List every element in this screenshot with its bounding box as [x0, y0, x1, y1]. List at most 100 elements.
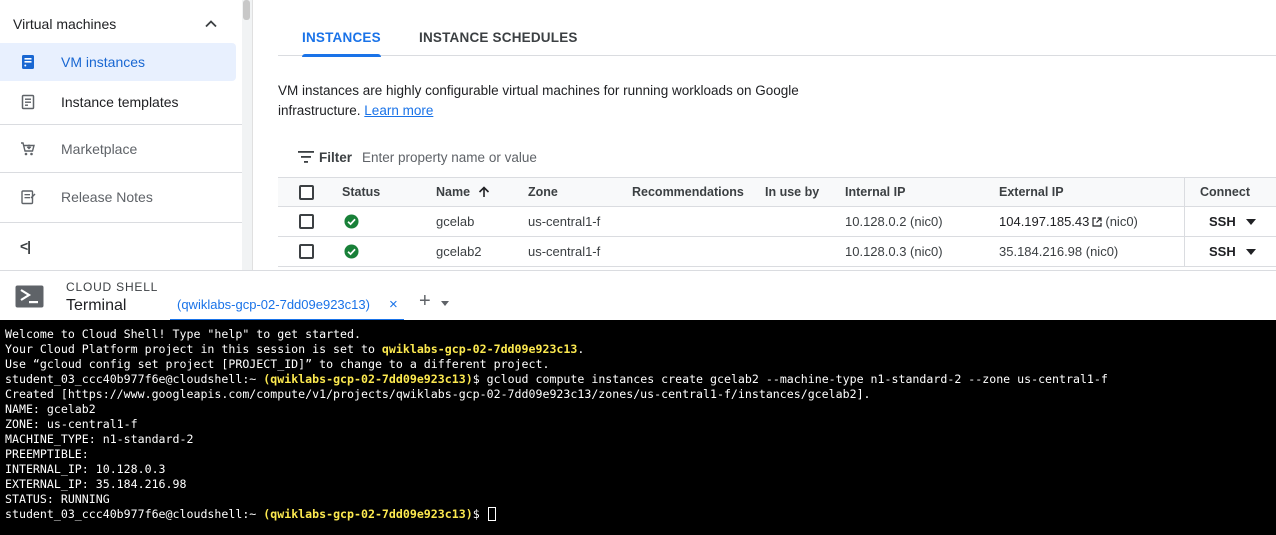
sidebar-divider [0, 222, 252, 223]
prompt-project: (qwiklabs-gcp-02-7dd09e923c13) [263, 372, 473, 386]
instance-external-ip: 104.197.185.43 (nic0) [999, 207, 1138, 236]
tab-instances[interactable]: INSTANCES [302, 18, 381, 57]
sidebar-section-label: Virtual machines [13, 16, 117, 32]
ssh-button[interactable]: SSH [1209, 214, 1236, 229]
status-running-icon [344, 244, 359, 259]
sidebar-divider [0, 124, 252, 125]
filter-icon [298, 151, 314, 163]
external-ip-link[interactable]: 104.197.185.43 [999, 214, 1089, 229]
project-id: qwiklabs-gcp-02-7dd09e923c13 [270, 372, 466, 386]
sidebar-item-vm-instances[interactable]: VM instances [0, 43, 236, 81]
terminal-line: STATUS: RUNNING [5, 492, 110, 506]
vm-instance-icon [22, 55, 34, 69]
project-id: qwiklabs-gcp-02-7dd09e923c13 [270, 507, 466, 521]
add-terminal-button[interactable]: + [419, 290, 431, 313]
column-divider [1184, 237, 1185, 266]
sidebar-item-label: Release Notes [61, 189, 153, 205]
cart-icon [21, 142, 35, 156]
instance-template-icon [21, 94, 35, 110]
sidebar-item-label: Instance templates [61, 94, 179, 110]
column-header-status[interactable]: Status [342, 178, 380, 206]
table-header: Status Name Zone Recommendations In use … [278, 177, 1276, 207]
sort-ascending-icon [478, 186, 490, 197]
external-link-icon[interactable] [1092, 216, 1102, 227]
external-ip-nic: (nic0) [1105, 214, 1138, 229]
terminal-session-tab[interactable]: (qwiklabs-gcp-02-7dd09e923c13) × [170, 291, 404, 321]
page-description: VM instances are highly configurable vir… [278, 81, 818, 121]
description-text: VM instances are highly configurable vir… [278, 83, 799, 118]
cloud-shell-icon [15, 285, 44, 308]
column-header-label: Name [436, 185, 471, 199]
instance-internal-ip: 10.128.0.3 (nic0) [845, 244, 943, 259]
chevron-up-icon [205, 20, 217, 28]
terminal-line: EXTERNAL_IP: 35.184.216.98 [5, 477, 187, 491]
terminal-session-label: (qwiklabs-gcp-02-7dd09e923c13) [177, 297, 370, 312]
table-row: gcelab us-central1-f 10.128.0.2 (nic0) 1… [278, 207, 1276, 237]
prompt-project: (qwiklabs-gcp-02-7dd09e923c13) [263, 507, 473, 521]
column-header-external-ip[interactable]: External IP [999, 178, 1064, 206]
project-id: qwiklabs-gcp-02-7dd09e923c13 [381, 342, 578, 356]
chevron-down-icon[interactable] [1246, 218, 1256, 225]
column-header-connect[interactable]: Connect [1200, 178, 1250, 206]
terminal-line: Welcome to Cloud Shell! Type "help" to g… [5, 327, 361, 341]
terminal-cursor [487, 507, 496, 521]
terminal-line: Use “gcloud config set project [PROJECT_… [5, 357, 550, 371]
table-row: gcelab2 us-central1-f 10.128.0.3 (nic0) … [278, 237, 1276, 267]
column-divider [1184, 178, 1185, 206]
close-tab-icon[interactable]: × [389, 296, 398, 313]
cloud-shell-header: CLOUD SHELL Terminal (qwiklabs-gcp-02-7d… [0, 270, 1276, 321]
select-all-checkbox[interactable] [299, 184, 314, 200]
status-running-icon [344, 214, 359, 229]
scrollbar-thumb[interactable] [243, 0, 250, 20]
filter-input[interactable] [362, 146, 762, 168]
tab-instance-schedules[interactable]: INSTANCE SCHEDULES [419, 18, 578, 56]
terminal-line: ZONE: us-central1-f [5, 417, 138, 431]
terminal-command: gcloud compute instances create gcelab2 … [479, 372, 1108, 386]
sidebar: Virtual machines VM instances Instance t… [0, 0, 252, 270]
terminal-output[interactable]: Welcome to Cloud Shell! Type "help" to g… [0, 320, 1276, 535]
chevron-down-icon[interactable] [1246, 248, 1256, 255]
chevron-down-icon[interactable] [441, 301, 449, 306]
terminal-line: Created [https://www.googleapis.com/comp… [5, 387, 871, 401]
column-header-zone[interactable]: Zone [528, 178, 558, 206]
sidebar-item-instance-templates[interactable]: Instance templates [0, 83, 236, 121]
column-header-recommendations[interactable]: Recommendations [632, 178, 744, 206]
collapse-sidebar-button[interactable]: <| [20, 238, 31, 254]
sidebar-item-label: Marketplace [61, 141, 138, 157]
instance-external-ip: 35.184.216.98 (nic0) [999, 244, 1119, 259]
terminal-title: Terminal [66, 297, 127, 314]
column-header-name[interactable]: Name [436, 178, 490, 206]
instance-name[interactable]: gcelab [436, 207, 474, 236]
terminal-text: . [577, 342, 585, 356]
sidebar-item-label: VM instances [61, 54, 146, 70]
terminal-line: Your Cloud Platform project in this sess… [5, 342, 382, 356]
cloud-shell-title: CLOUD SHELL [66, 280, 159, 294]
row-checkbox[interactable] [299, 244, 314, 259]
sidebar-item-marketplace[interactable]: Marketplace [0, 130, 236, 168]
filter-bar: Filter [278, 138, 1276, 176]
release-notes-icon [21, 190, 36, 205]
learn-more-link[interactable]: Learn more [364, 103, 433, 118]
prompt: student_03_ccc40b977f6e@cloudshell:~ [5, 507, 257, 521]
instance-internal-ip: 10.128.0.2 (nic0) [845, 214, 943, 229]
sidebar-divider [0, 172, 252, 173]
sidebar-section-virtual-machines[interactable]: Virtual machines [0, 8, 242, 40]
prompt: student_03_ccc40b977f6e@cloudshell:~ [5, 372, 257, 386]
sidebar-scrollbar[interactable] [242, 0, 252, 270]
main-content: INSTANCES INSTANCE SCHEDULES VM instance… [252, 0, 1276, 270]
filter-label: Filter [319, 149, 353, 165]
terminal-line: INTERNAL_IP: 10.128.0.3 [5, 462, 166, 476]
row-checkbox[interactable] [299, 214, 314, 229]
column-header-internal-ip[interactable]: Internal IP [845, 178, 905, 206]
ssh-button[interactable]: SSH [1209, 244, 1236, 259]
tab-bar: INSTANCES INSTANCE SCHEDULES [278, 18, 1276, 57]
terminal-line: NAME: gcelab2 [5, 402, 96, 416]
vm-instances-table: Status Name Zone Recommendations In use … [278, 177, 1276, 267]
instance-zone: us-central1-f [528, 244, 601, 259]
terminal-line: PREEMPTIBLE: [5, 447, 89, 461]
instance-zone: us-central1-f [528, 214, 601, 229]
terminal-line: MACHINE_TYPE: n1-standard-2 [5, 432, 194, 446]
sidebar-item-release-notes[interactable]: Release Notes [0, 178, 236, 216]
column-header-in-use-by[interactable]: In use by [765, 178, 819, 206]
instance-name[interactable]: gcelab2 [436, 237, 482, 266]
